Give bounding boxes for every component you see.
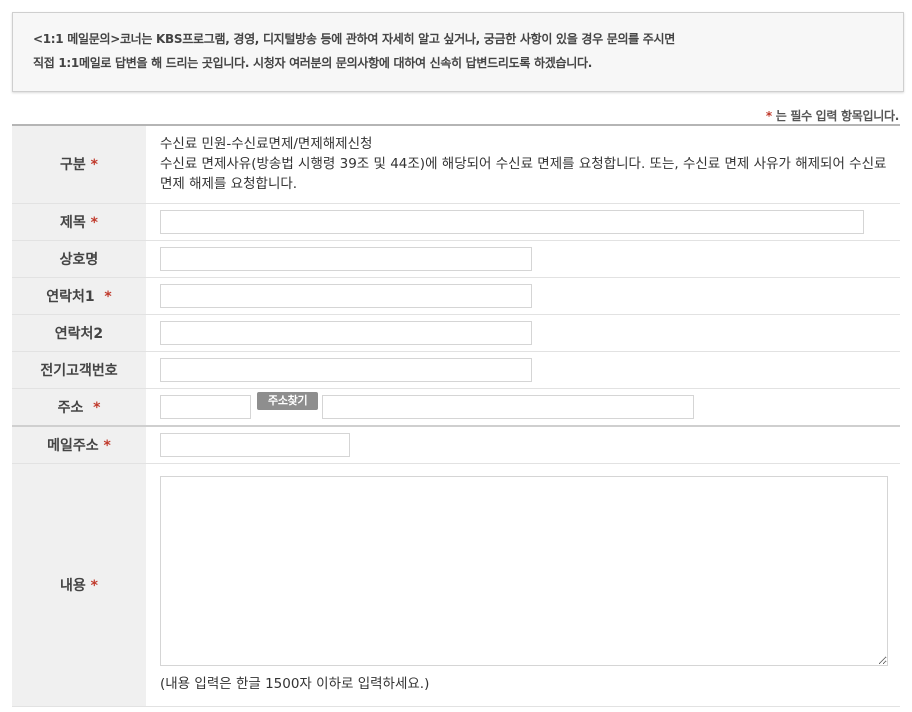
label-contact2: 연락처2: [12, 314, 146, 352]
row-company: 상호명: [12, 240, 900, 278]
address-detail-input[interactable]: [322, 394, 695, 419]
label-email: 메일주소 *: [12, 426, 146, 464]
label-contact1: 연락처1 *: [12, 277, 146, 315]
notice-line-2: 직접 1:1메일로 답변을 해 드리는 곳입니다. 시청자 여러분의 문의사항에…: [33, 56, 592, 70]
required-note: * 는 필수 입력 항목입니다.: [766, 107, 899, 124]
label-address: 주소 *: [12, 388, 146, 427]
required-star: *: [90, 214, 98, 231]
category-description: 수신료 민원-수신료면제/면제해제신청 수신료 면제사유(방송법 시행령 39조…: [160, 128, 900, 200]
email-input[interactable]: [160, 432, 350, 457]
row-contact1: 연락처1 *: [12, 277, 900, 315]
required-star: *: [90, 577, 98, 594]
category-cell: 수신료 민원-수신료면제/면제해제신청 수신료 면제사유(방송법 시행령 39조…: [146, 125, 900, 204]
content-hint: (내용 입력은 한글 1500자 이하로 입력하세요.): [160, 675, 430, 692]
row-category: 구분 * 수신료 민원-수신료면제/면제해제신청 수신료 면제사유(방송법 시행…: [12, 125, 900, 204]
row-email: 메일주소 *: [12, 426, 900, 464]
contact1-input[interactable]: [160, 283, 532, 308]
label-content: 내용 *: [12, 463, 146, 707]
required-star: *: [90, 157, 98, 174]
label-category: 구분 *: [12, 125, 146, 204]
category-name: 수신료 민원-수신료면제/면제해제신청: [160, 136, 373, 153]
zipcode-input[interactable]: [160, 394, 251, 419]
notice-box: <1:1 메일문의>코너는 KBS프로그램, 경영, 디지털방송 등에 관하여 …: [12, 12, 904, 92]
row-content: 내용 * (내용 입력은 한글 1500자 이하로 입력하세요.): [12, 463, 900, 707]
title-input[interactable]: [160, 209, 864, 234]
row-address: 주소 * 주소찾기: [12, 388, 900, 427]
required-star: *: [103, 437, 111, 454]
label-title: 제목 *: [12, 203, 146, 241]
required-star: *: [93, 399, 101, 416]
label-company: 상호명: [12, 240, 146, 278]
contact2-input[interactable]: [160, 320, 532, 345]
notice-line-1: <1:1 메일문의>코너는 KBS프로그램, 경영, 디지털방송 등에 관하여 …: [33, 32, 676, 46]
category-detail: 수신료 면제사유(방송법 시행령 39조 및 44조)에 해당되어 수신료 면제…: [160, 156, 887, 193]
content-textarea[interactable]: [160, 475, 888, 666]
customer-no-input[interactable]: [160, 357, 532, 382]
row-title: 제목 *: [12, 203, 900, 241]
find-address-button[interactable]: 주소찾기: [257, 391, 319, 410]
row-customer-no: 전기고객번호: [12, 351, 900, 389]
required-note-text: 는 필수 입력 항목입니다.: [771, 109, 900, 123]
required-star: *: [104, 288, 112, 305]
company-input[interactable]: [160, 246, 532, 271]
inquiry-form: 구분 * 수신료 민원-수신료면제/면제해제신청 수신료 면제사유(방송법 시행…: [12, 124, 900, 707]
label-customer-no: 전기고객번호: [12, 351, 146, 389]
row-contact2: 연락처2: [12, 314, 900, 352]
